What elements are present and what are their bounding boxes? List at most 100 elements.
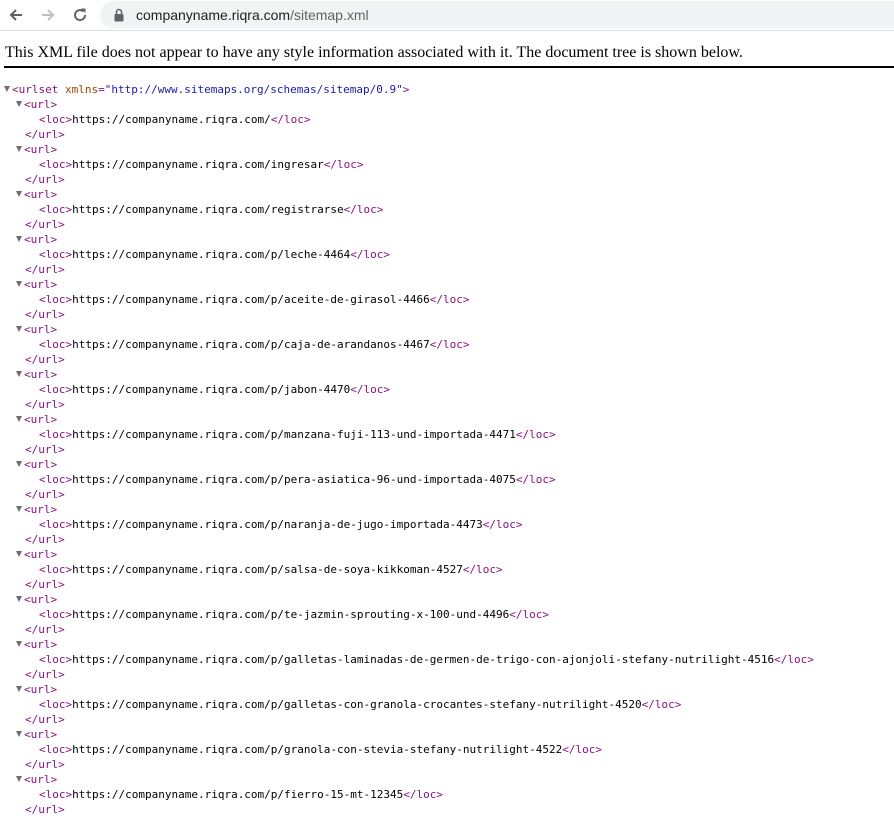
xml-tag: <url>	[24, 98, 58, 111]
arrow-right-icon	[42, 9, 55, 21]
xml-url-open: <url>	[4, 547, 814, 562]
xml-info-message: This XML file does not appear to have an…	[5, 44, 743, 61]
collapse-triangle-icon[interactable]	[16, 191, 22, 197]
xml-url-open: <url>	[4, 322, 814, 337]
collapse-triangle-icon[interactable]	[16, 416, 22, 422]
xml-tag: <loc>	[39, 158, 73, 171]
xml-loc-line: <loc>https://companyname.riqra.com/p/sal…	[4, 562, 814, 577]
xml-tag: </loc>	[350, 248, 391, 261]
xml-tag: </loc>	[462, 563, 503, 576]
xml-url-close: </url>	[4, 442, 814, 457]
xml-loc-value: https://companyname.riqra.com/registrars…	[72, 203, 344, 216]
xml-tag: <url>	[24, 773, 58, 786]
collapse-triangle-icon[interactable]	[16, 281, 22, 287]
collapse-triangle-icon[interactable]	[16, 686, 22, 692]
xml-url-close: </url>	[4, 667, 814, 682]
xml-tag: <url>	[24, 638, 58, 651]
xml-url-open: <url>	[4, 277, 814, 292]
xml-loc-value: https://companyname.riqra.com/p/leche-44…	[72, 248, 351, 261]
xml-tag: </loc>	[270, 113, 311, 126]
xml-tag: <loc>	[39, 428, 73, 441]
back-button[interactable]	[4, 3, 28, 27]
collapse-triangle-icon[interactable]	[16, 461, 22, 467]
xml-loc-line: <loc>https://companyname.riqra.com/p/fie…	[4, 787, 814, 802]
xml-loc-line: <loc>https://companyname.riqra.com/regis…	[4, 202, 814, 217]
xml-attr-value: "http://www.sitemaps.org/schemas/sitemap…	[104, 83, 403, 96]
xml-tag: </url>	[25, 758, 65, 771]
xml-loc-value: https://companyname.riqra.com/p/galletas…	[72, 698, 642, 711]
xml-tag: </loc>	[482, 518, 523, 531]
xml-tag: </loc>	[515, 428, 556, 441]
xml-url-close: </url>	[4, 127, 814, 142]
xml-tag: </loc>	[403, 788, 444, 801]
address-url[interactable]: companyname.riqra.com/sitemap.xml	[136, 7, 369, 23]
xml-tag: <url>	[24, 323, 58, 336]
xml-tag: </url>	[25, 578, 65, 591]
forward-button[interactable]	[36, 3, 60, 27]
xml-url-close: </url>	[4, 217, 814, 232]
xml-url-close: </url>	[4, 487, 814, 502]
xml-loc-line: <loc>https://companyname.riqra.com/</loc…	[4, 112, 814, 127]
xml-url-close: </url>	[4, 622, 814, 637]
xml-loc-value: https://companyname.riqra.com/p/aceite-d…	[72, 293, 430, 306]
xml-tag: <loc>	[39, 698, 73, 711]
collapse-triangle-icon[interactable]	[16, 236, 22, 242]
xml-url-close: </url>	[4, 397, 814, 412]
xml-tag: </loc>	[562, 743, 602, 756]
xml-url-close: </url>	[4, 712, 814, 727]
collapse-triangle-icon[interactable]	[16, 506, 22, 512]
xml-tag: </loc>	[350, 383, 391, 396]
xml-tag: <loc>	[39, 113, 73, 126]
xml-tag: <loc>	[39, 248, 73, 261]
xml-loc-value: https://companyname.riqra.com/ingresar	[72, 158, 324, 171]
xml-loc-line: <loc>https://companyname.riqra.com/p/man…	[4, 427, 814, 442]
xml-tag: </loc>	[323, 158, 364, 171]
collapse-triangle-icon[interactable]	[16, 641, 22, 647]
xml-loc-line: <loc>https://companyname.riqra.com/p/ace…	[4, 292, 814, 307]
xml-tag: <url>	[24, 548, 58, 561]
xml-tag: </loc>	[641, 698, 682, 711]
xml-url-open: <url>	[4, 637, 814, 652]
address-bar[interactable]: companyname.riqra.com/sitemap.xml	[100, 1, 894, 29]
collapse-triangle-icon[interactable]	[16, 101, 22, 107]
collapse-triangle-icon[interactable]	[4, 86, 10, 92]
xml-tree: <urlset xmlns="http://www.sitemaps.org/s…	[4, 82, 814, 817]
reload-button[interactable]	[68, 3, 92, 27]
xml-tag: <url>	[24, 458, 58, 471]
xml-loc-value: https://companyname.riqra.com/p/caja-de-…	[72, 338, 430, 351]
xml-url-open: <url>	[4, 727, 814, 742]
xml-tag: </loc>	[515, 473, 556, 486]
xml-loc-value: https://companyname.riqra.com/	[72, 113, 271, 126]
xml-tag: >	[402, 83, 410, 96]
xml-tag: <url>	[24, 368, 58, 381]
xml-tag: </url>	[25, 713, 65, 726]
xml-url-close: </url>	[4, 577, 814, 592]
collapse-triangle-icon[interactable]	[16, 146, 22, 152]
collapse-triangle-icon[interactable]	[16, 326, 22, 332]
xml-loc-value: https://companyname.riqra.com/p/te-jazmi…	[72, 608, 510, 621]
xml-url-open: <url>	[4, 457, 814, 472]
xml-url-close: </url>	[4, 262, 814, 277]
xml-tag: </url>	[25, 263, 65, 276]
browser-toolbar: companyname.riqra.com/sitemap.xml	[0, 0, 894, 30]
xml-url-open: <url>	[4, 772, 814, 787]
collapse-triangle-icon[interactable]	[16, 371, 22, 377]
xml-tag: </url>	[25, 308, 65, 321]
xml-loc-line: <loc>https://companyname.riqra.com/ingre…	[4, 157, 814, 172]
xml-url-open: <url>	[4, 682, 814, 697]
collapse-triangle-icon[interactable]	[16, 776, 22, 782]
xml-tag: <loc>	[39, 563, 73, 576]
collapse-triangle-icon[interactable]	[16, 731, 22, 737]
xml-tag: <loc>	[39, 473, 73, 486]
collapse-triangle-icon[interactable]	[16, 596, 22, 602]
xml-tag: <loc>	[39, 383, 73, 396]
xml-tag: </url>	[25, 533, 65, 546]
xml-loc-value: https://companyname.riqra.com/p/granola-…	[72, 743, 563, 756]
collapse-triangle-icon[interactable]	[16, 551, 22, 557]
url-path: /sitemap.xml	[290, 7, 369, 23]
xml-tag: </url>	[25, 128, 65, 141]
xml-tag: <loc>	[39, 518, 73, 531]
xml-tag: </url>	[25, 488, 65, 501]
xml-loc-line: <loc>https://companyname.riqra.com/p/gal…	[4, 697, 814, 712]
xml-tag: <url>	[24, 188, 58, 201]
